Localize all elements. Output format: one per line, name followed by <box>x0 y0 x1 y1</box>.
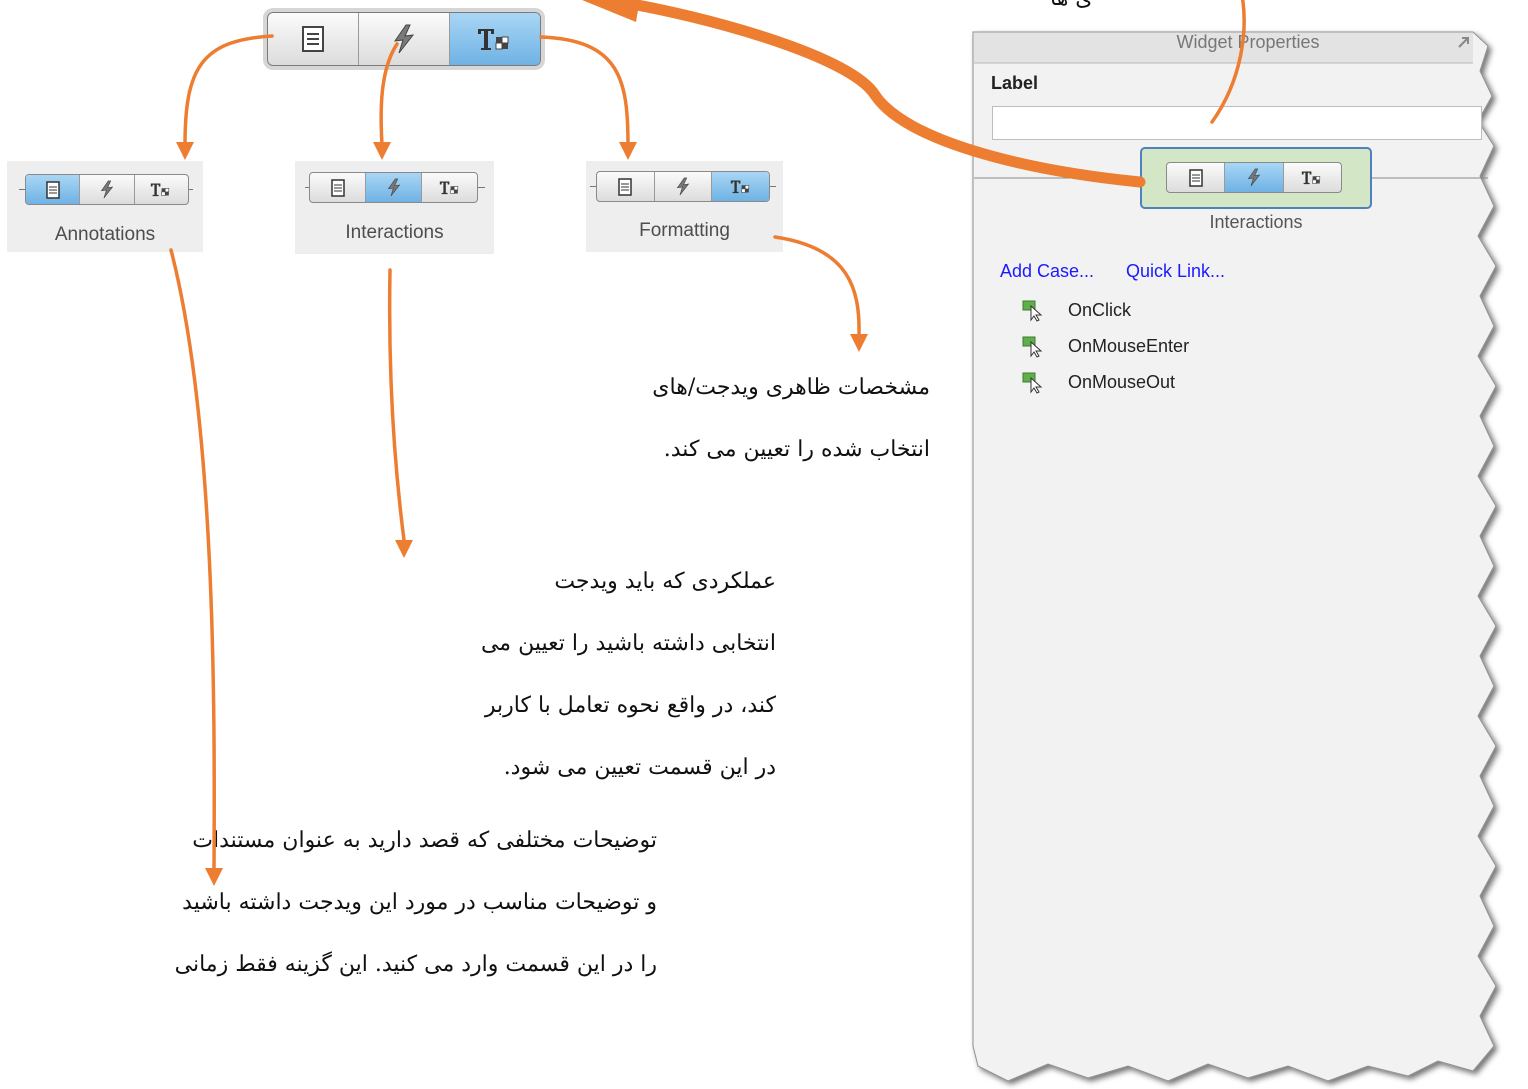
text-format-icon <box>730 180 749 194</box>
lightning-icon <box>393 24 415 54</box>
interaction-cursor-icon <box>1022 300 1043 322</box>
formatting-mini-toolbar <box>596 171 770 202</box>
mini-annotations-button[interactable] <box>26 175 81 204</box>
panel-title: Widget Properties <box>1176 32 1320 52</box>
annotations-tab-button[interactable] <box>268 13 359 65</box>
formatting-tab-panel: Formatting <box>586 161 783 252</box>
interaction-cursor-icon <box>1022 372 1043 394</box>
mini-formatting-button[interactable] <box>712 172 769 201</box>
mini-annotations-button[interactable] <box>1167 163 1226 192</box>
text-format-icon <box>478 29 509 50</box>
label-input[interactable] <box>992 106 1482 140</box>
mini-formatting-button[interactable] <box>422 173 477 202</box>
lightning-icon <box>676 177 690 196</box>
text-format-icon <box>151 183 170 197</box>
annotations-description: توضیحات مختلفی که قصد دارید به عنوان مست… <box>95 828 657 1014</box>
formatting-description: مشخصات ظاهری ویدجت/های انتخاب شده را تعی… <box>565 375 930 499</box>
interactions-description: عملکردی که باید ویدجت انتخابی داشته باشی… <box>410 569 776 817</box>
expand-icon[interactable] <box>1456 34 1472 50</box>
mini-interactions-button[interactable] <box>655 172 713 201</box>
document-icon <box>45 180 60 199</box>
description-line: عملکردی که باید ویدجت <box>554 569 776 594</box>
description-line: مشخصات ظاهری ویدجت/های <box>652 375 930 400</box>
description-line: توضیحات مختلفی که قصد دارید به عنوان مست… <box>192 828 657 853</box>
main-toolbar <box>267 12 541 66</box>
mini-interactions-button[interactable] <box>1225 163 1284 192</box>
quick-link[interactable]: Quick Link... <box>1126 261 1225 282</box>
text-format-icon <box>1302 171 1321 185</box>
event-label: OnMouseOut <box>1068 372 1176 392</box>
description-line: انتخاب شده را تعیین می کند. <box>663 437 930 462</box>
description-line: را در این قسمت وارد می کنید. این گزینه ف… <box>174 952 657 977</box>
mini-formatting-button[interactable] <box>1284 163 1341 192</box>
lightning-icon <box>387 178 400 197</box>
active-tab-label: Interactions <box>1209 212 1303 232</box>
document-icon <box>618 177 633 196</box>
mini-interactions-button[interactable] <box>366 173 422 202</box>
formatting-tab-button[interactable] <box>450 13 540 65</box>
document-icon <box>302 26 324 52</box>
description-line: انتخابی داشته باشید را تعیین می <box>480 631 776 656</box>
text-format-icon <box>439 181 458 195</box>
annotations-tab-panel: Annotations <box>7 161 203 252</box>
document-icon <box>330 178 345 197</box>
widget-properties-panel: Widget Properties Label Interactions Add… <box>968 26 1528 1089</box>
interactions-tab-panel: Interactions <box>295 161 494 254</box>
add-case-link[interactable]: Add Case... <box>1000 261 1094 282</box>
mini-annotations-button[interactable] <box>310 173 366 202</box>
interactions-label: Interactions <box>345 222 444 243</box>
description-line: کند، در واقع نحوه تعامل با کاربر <box>484 693 776 718</box>
interaction-cursor-icon <box>1022 336 1043 358</box>
document-icon <box>1188 168 1203 187</box>
annotations-label: Annotations <box>54 224 156 245</box>
panel-mini-toolbar <box>1166 162 1342 193</box>
interactions-tab-button[interactable] <box>359 13 450 65</box>
formatting-label: Formatting <box>639 220 730 241</box>
mini-interactions-button[interactable] <box>80 175 135 204</box>
description-line: و توضیحات مناسب در مورد این ویدجت داشته … <box>182 890 657 915</box>
event-label: OnMouseEnter <box>1068 336 1190 356</box>
description-line: در این قسمت تعیین می شود. <box>503 755 776 780</box>
interactions-mini-toolbar <box>309 172 478 203</box>
lightning-icon <box>100 180 114 199</box>
top-clipped-text: ی ها <box>1050 0 1093 11</box>
annotations-mini-toolbar <box>25 174 189 205</box>
event-label: OnClick <box>1068 300 1132 320</box>
label-heading: Label <box>991 73 1039 93</box>
lightning-icon <box>1247 168 1261 187</box>
mini-formatting-button[interactable] <box>135 175 188 204</box>
mini-annotations-button[interactable] <box>597 172 655 201</box>
